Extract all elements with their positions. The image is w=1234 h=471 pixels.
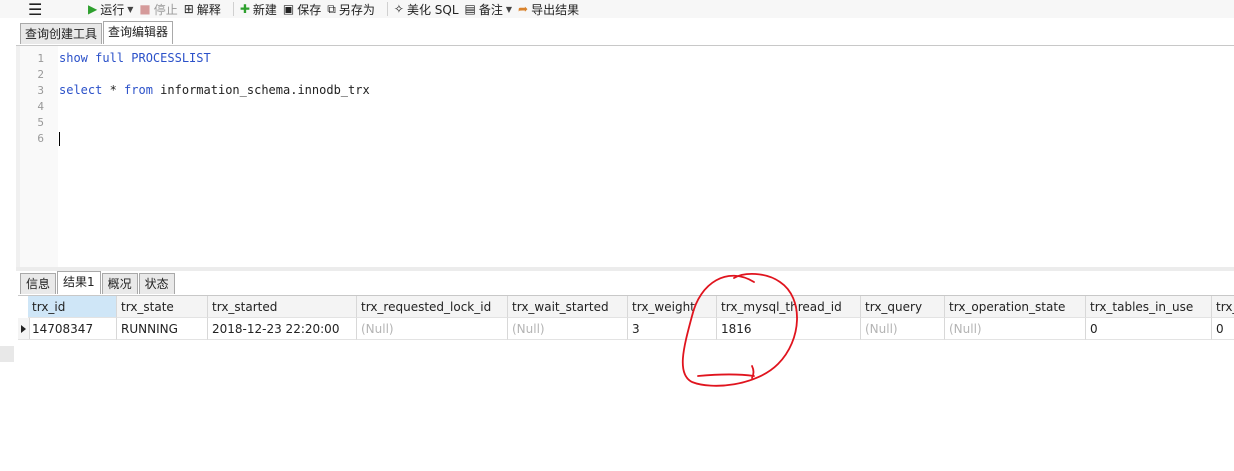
cell-trx-mysql-thread-id[interactable]: 1816 (717, 318, 861, 340)
tab-result-1[interactable]: 结果1 (57, 271, 101, 294)
save-as-label: 另存为 (338, 2, 375, 17)
text-cursor (59, 132, 60, 146)
panel-splitter[interactable] (16, 267, 1234, 271)
line-number: 4 (37, 100, 44, 113)
column-header-trx-query[interactable]: trx_query (861, 296, 945, 318)
magic-wand-icon: ✧ (393, 2, 404, 16)
column-header-trx-tables-in-use[interactable]: trx_tables_in_use (1086, 296, 1212, 318)
run-button[interactable]: ▶ 运行 ▼ (88, 0, 133, 18)
explain-label: 解释 (196, 2, 221, 17)
play-icon: ▶ (88, 2, 98, 16)
new-button[interactable]: ✚ 新建 (240, 0, 277, 18)
save-button[interactable]: ▣ 保存 (283, 0, 321, 18)
code-line-1: show full PROCESSLIST (59, 51, 211, 65)
line-number: 3 (37, 84, 44, 97)
save-as-icon: ⧉ (327, 2, 336, 16)
column-header-trx-requested-lock-id[interactable]: trx_requested_lock_id (357, 296, 508, 318)
sql-keyword: from (124, 83, 153, 97)
line-number: 2 (37, 68, 44, 81)
new-label: 新建 (252, 2, 277, 17)
stop-icon: ■ (139, 2, 151, 16)
cell-trx-operation-state[interactable]: (Null) (945, 318, 1086, 340)
sql-text: * (102, 83, 125, 97)
export-label: 导出结果 (531, 2, 580, 17)
export-results-button[interactable]: ➦ 导出结果 (518, 0, 579, 18)
save-label: 保存 (297, 2, 322, 17)
column-header-trx-mysql-thread-id[interactable]: trx_mysql_thread_id (717, 296, 861, 318)
comment-document-icon: ▤ (464, 2, 476, 16)
beautify-label: 美化 SQL (406, 2, 459, 17)
tab-info[interactable]: 信息 (20, 273, 57, 294)
save-as-button[interactable]: ⧉ 另存为 (327, 0, 375, 18)
cell-trx-requested-lock-id[interactable]: (Null) (357, 318, 508, 340)
column-header-trx-truncated[interactable]: trx_ (1212, 296, 1234, 318)
cell-trx-truncated[interactable]: 0 (1212, 318, 1234, 340)
grid-header-row: trx_id trx_state trx_started trx_request… (18, 296, 1234, 318)
column-header-trx-operation-state[interactable]: trx_operation_state (945, 296, 1086, 318)
chevron-down-icon[interactable]: ▼ (127, 5, 133, 14)
cell-trx-id[interactable]: 14708347 (28, 318, 117, 340)
toolbar-divider (386, 2, 388, 16)
result-grid[interactable]: trx_id trx_state trx_started trx_request… (18, 295, 1234, 340)
column-header-trx-state[interactable]: trx_state (117, 296, 208, 318)
line-number: 6 (37, 132, 44, 145)
table-row[interactable]: 14708347 RUNNING 2018-12-23 22:20:00 (Nu… (18, 318, 1234, 340)
cell-trx-tables-in-use[interactable]: 0 (1086, 318, 1212, 340)
column-header-trx-wait-started[interactable]: trx_wait_started (508, 296, 628, 318)
column-header-trx-started[interactable]: trx_started (208, 296, 357, 318)
comment-label: 备注 (478, 2, 503, 17)
line-number: 5 (37, 116, 44, 129)
current-row-arrow-icon (21, 325, 26, 333)
result-tabs: 信息 结果1 概况 状态 (20, 271, 176, 294)
cell-trx-started[interactable]: 2018-12-23 22:20:00 (208, 318, 357, 340)
explain-button[interactable]: ⊞ 解释 (184, 0, 221, 18)
column-header-trx-weight[interactable]: trx_weight (628, 296, 717, 318)
cell-trx-state[interactable]: RUNNING (117, 318, 208, 340)
export-icon: ➦ (518, 2, 529, 16)
line-number-gutter: 1 2 3 4 5 6 (20, 46, 58, 268)
sql-keyword: show full PROCESSLIST (59, 51, 211, 65)
cell-trx-query[interactable]: (Null) (861, 318, 945, 340)
sql-text: information_schema.innodb_trx (152, 83, 370, 97)
side-panel-handle[interactable] (0, 346, 14, 362)
sql-keyword: select (59, 83, 103, 97)
stop-label: 停止 (153, 2, 178, 17)
hamburger-menu-icon[interactable]: ☰ (28, 0, 50, 19)
cell-trx-weight[interactable]: 3 (628, 318, 717, 340)
tab-query-editor[interactable]: 查询编辑器 (103, 21, 174, 44)
chevron-down-icon[interactable]: ▼ (506, 5, 512, 14)
save-icon: ▣ (282, 2, 295, 16)
explain-icon: ⊞ (183, 2, 194, 16)
new-query-icon: ✚ (239, 2, 250, 16)
run-label: 运行 (100, 2, 125, 17)
tab-profile[interactable]: 概况 (101, 273, 138, 294)
sql-editor[interactable]: 1 2 3 4 5 6 show full PROCESSLIST select… (16, 45, 1234, 268)
toolbar: ☰ ▶ 运行 ▼ ■ 停止 ⊞ 解释 ✚ 新建 ▣ 保存 ⧉ 另存为 ✧ 美化 … (0, 0, 1234, 19)
editor-tabs: 查询创建工具 查询编辑器 (20, 21, 174, 44)
line-number: 1 (37, 52, 44, 65)
stop-button[interactable]: ■ 停止 (139, 0, 177, 18)
tab-status[interactable]: 状态 (138, 273, 175, 294)
code-line-3: select * from information_schema.innodb_… (59, 83, 370, 97)
beautify-sql-button[interactable]: ✧ 美化 SQL (394, 0, 459, 18)
column-header-trx-id[interactable]: trx_id (28, 296, 117, 318)
cell-trx-wait-started[interactable]: (Null) (508, 318, 628, 340)
toolbar-divider (232, 2, 234, 16)
comment-button[interactable]: ▤ 备注 ▼ (465, 0, 513, 18)
tab-query-builder[interactable]: 查询创建工具 (20, 23, 103, 44)
